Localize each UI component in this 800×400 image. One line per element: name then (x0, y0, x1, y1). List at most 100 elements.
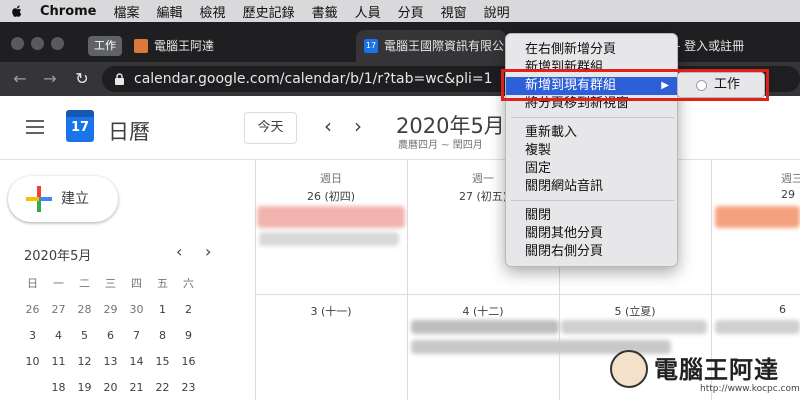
mini-day[interactable]: 30 (124, 299, 149, 325)
mini-day[interactable]: 29 (98, 299, 123, 325)
calendar-favicon-icon: 17 (364, 39, 378, 53)
mini-day[interactable]: 15 (150, 351, 175, 377)
menu-chrome[interactable]: Chrome (40, 4, 97, 19)
blurred-event[interactable] (259, 232, 399, 246)
blurred-event[interactable] (715, 206, 800, 228)
calendar-logo-icon: 17 (66, 110, 94, 142)
window-zoom-button[interactable] (51, 37, 64, 50)
mini-day[interactable]: 28 (72, 299, 97, 325)
weekday-header: 週日 (320, 172, 342, 185)
main-menu-icon[interactable] (26, 120, 44, 134)
mini-day[interactable]: 16 (176, 351, 201, 377)
mini-day[interactable]: 3 (20, 325, 45, 351)
menu-history[interactable]: 歷史記錄 (243, 2, 295, 21)
mini-week-row: 26 27 28 29 30 1 2 (20, 299, 240, 325)
menu-item-pin[interactable]: 固定 (506, 160, 679, 178)
mini-prev-icon[interactable]: ‹ (176, 242, 182, 261)
blurred-event[interactable] (561, 320, 707, 334)
menu-view[interactable]: 檢視 (200, 2, 226, 21)
menu-item-mute-site[interactable]: 關閉網站音訊 (506, 178, 679, 196)
mini-day[interactable]: 19 (72, 377, 97, 400)
menu-file[interactable]: 檔案 (114, 2, 140, 21)
menu-people[interactable]: 人員 (355, 2, 381, 21)
menu-item-close[interactable]: 關閉 (506, 207, 679, 225)
window-close-button[interactable] (11, 37, 24, 50)
mini-day[interactable]: 14 (124, 351, 149, 377)
reload-icon[interactable]: ↻ (72, 69, 92, 89)
menu-item-reload[interactable]: 重新載入 (506, 124, 679, 142)
calendar-header: 17 日曆 今天 ‹ › 2020年5月 農曆四月 ~ 閏四月 (0, 96, 800, 160)
menu-item-new-tab-right[interactable]: 在右側新增分頁 (506, 41, 679, 59)
weekday-header: 週三 (781, 172, 800, 185)
mini-day[interactable]: 11 (46, 351, 71, 377)
app-name: 日曆 (108, 120, 150, 144)
mini-day[interactable]: 12 (72, 351, 97, 377)
today-button[interactable]: 今天 (244, 112, 297, 144)
site-favicon-icon (134, 39, 148, 53)
menu-tab[interactable]: 分頁 (398, 2, 424, 21)
mini-day[interactable]: 26 (20, 299, 45, 325)
mini-day[interactable]: 2 (176, 299, 201, 325)
menu-edit[interactable]: 編輯 (157, 2, 183, 21)
window-minimize-button[interactable] (31, 37, 44, 50)
day-number[interactable]: 6 (711, 303, 800, 316)
mini-day[interactable]: 18 (46, 377, 71, 400)
mini-day[interactable]: 27 (46, 299, 71, 325)
menu-window[interactable]: 視窗 (441, 2, 467, 21)
mini-weekday: 六 (183, 277, 194, 290)
annotation-highlight-box (501, 69, 769, 101)
day-number[interactable]: 5 (立夏) (559, 303, 711, 319)
next-period-icon[interactable]: › (354, 116, 362, 136)
mini-day[interactable]: 10 (20, 351, 45, 377)
watermark: 電腦王阿達 http://www.kocpc.com.tw (610, 344, 800, 400)
day-number[interactable]: 3 (十一) (255, 303, 407, 319)
mini-week-row: 17 18 19 20 21 22 23 (20, 377, 240, 400)
mini-day[interactable]: 6 (98, 325, 123, 351)
mini-day[interactable]: 7 (124, 325, 149, 351)
mini-day[interactable]: 8 (150, 325, 175, 351)
mini-day-today[interactable]: 17 (20, 377, 45, 400)
menu-item-duplicate[interactable]: 複製 (506, 142, 679, 160)
menu-separator (511, 200, 674, 201)
mac-menubar: Chrome 檔案 編輯 檢視 歷史記錄 書籤 人員 分頁 視窗 說明 (0, 0, 800, 22)
mini-day[interactable]: 13 (98, 351, 123, 377)
back-arrow-icon[interactable]: ← (10, 69, 30, 89)
mini-weekday-row: 日 一 二 三 四 五 六 (20, 273, 240, 299)
blurred-event[interactable] (715, 320, 800, 334)
watermark-url: http://www.kocpc.com.tw (700, 384, 800, 394)
day-number[interactable]: 26 (初四) (255, 188, 407, 204)
menu-item-close-right[interactable]: 關閉右側分頁 (506, 243, 679, 261)
grid-divider (255, 294, 800, 295)
blurred-event[interactable] (411, 320, 559, 334)
plus-icon (26, 186, 52, 212)
mini-day[interactable]: 4 (46, 325, 71, 351)
mini-weekday: 五 (157, 277, 168, 290)
mini-day[interactable]: 20 (98, 377, 123, 400)
mini-day[interactable]: 9 (176, 325, 201, 351)
menu-bookmarks[interactable]: 書籤 (312, 2, 338, 21)
tab-group-chip[interactable]: 工作 (88, 36, 122, 56)
prev-period-icon[interactable]: ‹ (324, 116, 332, 136)
mini-day[interactable]: 1 (150, 299, 175, 325)
tab-kocpc[interactable]: 電腦王阿達 (126, 30, 346, 62)
mini-day[interactable]: 22 (150, 377, 175, 400)
day-number[interactable]: 4 (十二) (407, 303, 559, 319)
menu-item-close-others[interactable]: 關閉其他分頁 (506, 225, 679, 243)
mini-day[interactable]: 21 (124, 377, 149, 400)
sidebar: 建立 2020年5月 ‹ › 日 一 二 三 四 五 六 26 27 28 29… (0, 160, 255, 400)
mini-weekday: 三 (105, 277, 116, 290)
tab-calendar[interactable]: 17 電腦王國際資訊有限公 (356, 30, 506, 62)
create-button[interactable]: 建立 (8, 176, 118, 222)
tab-title: - 登入或註冊 (676, 39, 745, 53)
apple-icon[interactable] (10, 4, 24, 18)
menu-help[interactable]: 說明 (484, 2, 510, 21)
mini-next-icon[interactable]: › (205, 242, 211, 261)
mini-day[interactable]: 5 (72, 325, 97, 351)
mini-week-row: 3 4 5 6 7 8 9 (20, 325, 240, 351)
tab-login[interactable]: - 登入或註冊 (668, 30, 800, 62)
forward-arrow-icon[interactable]: → (40, 69, 60, 89)
mini-day[interactable]: 23 (176, 377, 201, 400)
mini-weekday: 四 (131, 277, 142, 290)
day-number[interactable]: 29 (711, 188, 800, 201)
blurred-event[interactable] (257, 206, 405, 228)
